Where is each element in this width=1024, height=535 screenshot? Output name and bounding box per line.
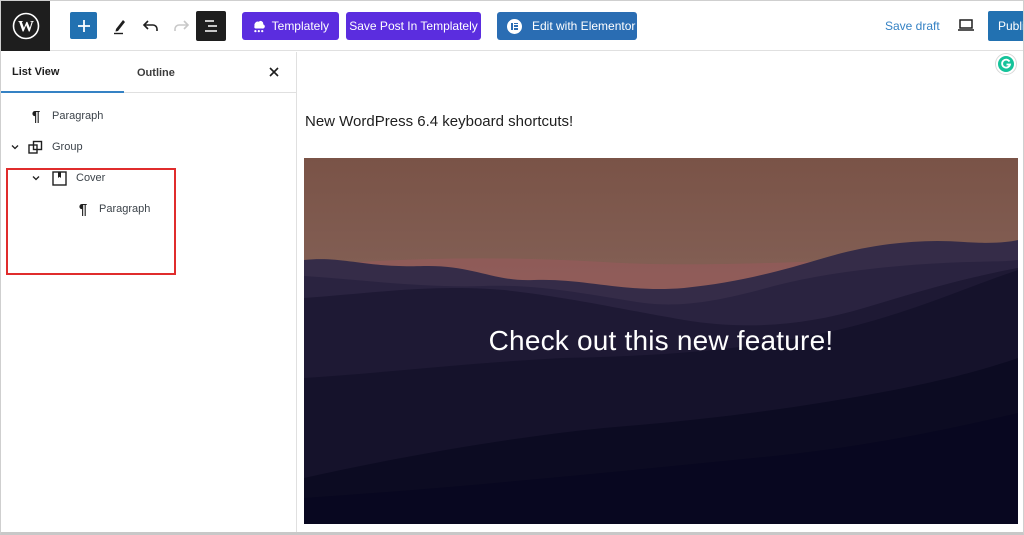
tree-item-label: Group	[52, 141, 83, 153]
publish-button[interactable]: Publish	[988, 11, 1023, 41]
editor-header: W Templately Save Post In Templately Edi…	[1, 1, 1023, 51]
cover-block[interactable]: Check out this new feature!	[304, 158, 1018, 524]
redo-icon	[174, 20, 190, 31]
tree-item-group[interactable]: Group	[10, 135, 83, 159]
save-post-in-templately-button[interactable]: Save Post In Templately	[346, 12, 481, 40]
paragraph-block[interactable]: New WordPress 6.4 keyboard shortcuts!	[305, 113, 573, 130]
grammarly-button[interactable]	[996, 54, 1016, 74]
tab-list-view[interactable]: List View	[1, 52, 124, 93]
edit-with-elementor-label: Edit with Elementor	[532, 19, 636, 33]
edit-with-elementor-button[interactable]: Edit with Elementor	[497, 12, 637, 40]
undo-button[interactable]	[140, 14, 162, 38]
redo-button[interactable]	[170, 14, 192, 38]
templately-label: Templately	[271, 19, 329, 33]
tree-item-label: Paragraph	[52, 110, 104, 122]
highlight-annotation-box	[6, 168, 176, 275]
group-icon	[27, 139, 43, 155]
undo-icon	[142, 20, 158, 31]
tab-outline[interactable]: Outline	[137, 52, 175, 93]
elementor-icon	[507, 18, 522, 34]
editor-window: W Templately Save Post In Templately Edi…	[0, 0, 1024, 535]
plus-icon	[77, 19, 90, 32]
wordpress-logo-button[interactable]: W	[1, 1, 50, 51]
cover-paragraph[interactable]: Check out this new feature!	[304, 325, 1018, 357]
laptop-icon	[958, 19, 974, 31]
templately-button[interactable]: Templately	[242, 12, 339, 40]
templately-icon	[254, 20, 265, 33]
pencil-icon	[114, 20, 125, 35]
close-sidebar-button[interactable]	[266, 64, 282, 80]
wordpress-logo-icon: W	[12, 12, 39, 40]
close-icon	[269, 67, 279, 77]
sidebar-tabs: List View Outline	[1, 52, 296, 93]
list-view-icon	[205, 20, 217, 32]
save-post-in-templately-label: Save Post In Templately	[349, 19, 478, 33]
list-view-sidebar: List View Outline ¶ Paragraph Group Cove…	[1, 52, 297, 532]
svg-text:W: W	[18, 19, 34, 36]
tree-item-paragraph[interactable]: ¶ Paragraph	[28, 104, 104, 128]
paragraph-icon: ¶	[31, 107, 41, 125]
tools-button[interactable]	[109, 14, 131, 38]
preview-button[interactable]	[956, 15, 976, 35]
chevron-down-icon[interactable]	[10, 142, 20, 152]
grammarly-icon	[1001, 58, 1012, 69]
add-block-button[interactable]	[70, 12, 97, 39]
list-view-toggle[interactable]	[196, 11, 226, 41]
save-draft-button[interactable]: Save draft	[885, 19, 940, 33]
